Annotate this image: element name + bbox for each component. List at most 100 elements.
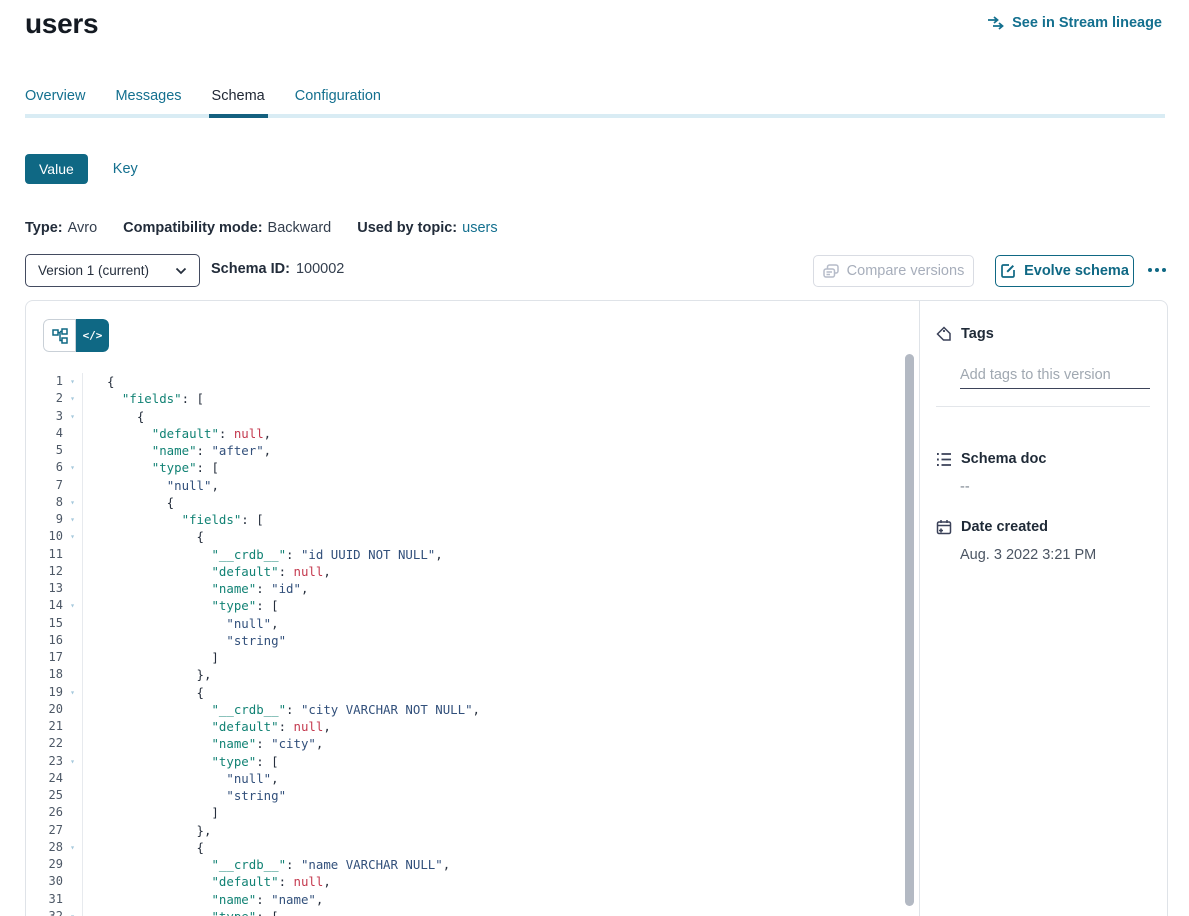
fold-spacer bbox=[63, 735, 82, 752]
stream-lineage-icon bbox=[987, 16, 1005, 30]
code-text: { bbox=[82, 839, 919, 856]
evolve-schema-button[interactable]: Evolve schema bbox=[995, 255, 1134, 287]
line-number: 25 bbox=[26, 787, 63, 804]
schema-doc-title: Schema doc bbox=[961, 451, 1046, 467]
fold-spacer bbox=[63, 649, 82, 666]
topic-link[interactable]: users bbox=[462, 220, 497, 236]
key-toggle-button[interactable]: Key bbox=[113, 161, 138, 177]
add-tags-input[interactable] bbox=[960, 365, 1150, 389]
fold-spacer bbox=[63, 787, 82, 804]
fold-toggle-icon[interactable]: ▾ bbox=[63, 839, 82, 856]
version-select[interactable]: Version 1 (current) bbox=[25, 254, 200, 287]
fold-toggle-icon[interactable]: ▾ bbox=[63, 908, 82, 916]
tab-configuration[interactable]: Configuration bbox=[295, 88, 381, 118]
code-text: { bbox=[82, 494, 919, 511]
code-text: "name": "city", bbox=[82, 735, 919, 752]
line-number: 9 bbox=[26, 511, 63, 528]
type-value: Avro bbox=[68, 220, 98, 236]
code-line: 29 "__crdb__": "name VARCHAR NULL", bbox=[26, 856, 919, 873]
line-number: 23 bbox=[26, 753, 63, 770]
date-created-title: Date created bbox=[961, 519, 1048, 535]
code-line: 12 "default": null, bbox=[26, 563, 919, 580]
fold-toggle-icon[interactable]: ▾ bbox=[63, 390, 82, 407]
fold-toggle-icon[interactable]: ▾ bbox=[63, 459, 82, 476]
code-line: 28▾ { bbox=[26, 839, 919, 856]
code-text: "name": "after", bbox=[82, 442, 919, 459]
line-number: 11 bbox=[26, 546, 63, 563]
schema-card: </> 1▾{2▾ "fields": [3▾ {4 "default": nu… bbox=[25, 300, 1168, 916]
more-options-button[interactable] bbox=[1140, 258, 1174, 282]
tab-schema[interactable]: Schema bbox=[212, 88, 265, 118]
fold-toggle-icon[interactable]: ▾ bbox=[63, 597, 82, 614]
code-line: 14▾ "type": [ bbox=[26, 597, 919, 614]
line-number: 12 bbox=[26, 563, 63, 580]
code-line: 16 "string" bbox=[26, 632, 919, 649]
code-text: "fields": [ bbox=[82, 511, 919, 528]
fold-spacer bbox=[63, 856, 82, 873]
fold-toggle-icon[interactable]: ▾ bbox=[63, 511, 82, 528]
compare-versions-button[interactable]: Compare versions bbox=[813, 255, 974, 287]
code-line: 9▾ "fields": [ bbox=[26, 511, 919, 528]
code-text: { bbox=[82, 408, 919, 425]
line-number: 8 bbox=[26, 494, 63, 511]
line-number: 7 bbox=[26, 477, 63, 494]
fold-toggle-icon[interactable]: ▾ bbox=[63, 753, 82, 770]
schema-doc-section: Schema doc -- bbox=[936, 451, 1046, 495]
schema-code-editor[interactable]: 1▾{2▾ "fields": [3▾ {4 "default": null,5… bbox=[26, 373, 919, 916]
schema-id: Schema ID: 100002 bbox=[211, 261, 344, 277]
line-number: 26 bbox=[26, 804, 63, 821]
ellipsis-icon bbox=[1162, 268, 1166, 272]
code-text: "default": null, bbox=[82, 563, 919, 580]
version-select-value: Version 1 (current) bbox=[38, 263, 149, 278]
lineage-link-label: See in Stream lineage bbox=[1012, 15, 1162, 31]
fold-spacer bbox=[63, 615, 82, 632]
tab-messages[interactable]: Messages bbox=[115, 88, 181, 118]
date-created-section: Date created Aug. 3 2022 3:21 PM bbox=[936, 519, 1096, 563]
code-scrollbar[interactable] bbox=[905, 354, 914, 906]
fold-toggle-icon[interactable]: ▾ bbox=[63, 684, 82, 701]
line-number: 2 bbox=[26, 390, 63, 407]
tree-view-button[interactable] bbox=[43, 319, 76, 352]
code-text: "null", bbox=[82, 615, 919, 632]
tab-bar: Overview Messages Schema Configuration bbox=[25, 88, 1165, 118]
code-line: 25 "string" bbox=[26, 787, 919, 804]
fold-spacer bbox=[63, 770, 82, 787]
fold-spacer bbox=[63, 822, 82, 839]
code-line: 1▾{ bbox=[26, 373, 919, 390]
code-line: 20 "__crdb__": "city VARCHAR NOT NULL", bbox=[26, 701, 919, 718]
line-number: 3 bbox=[26, 408, 63, 425]
line-number: 29 bbox=[26, 856, 63, 873]
value-toggle-button[interactable]: Value bbox=[25, 154, 88, 184]
code-view-button[interactable]: </> bbox=[76, 319, 109, 352]
see-in-stream-lineage-link[interactable]: See in Stream lineage bbox=[987, 15, 1162, 31]
line-number: 15 bbox=[26, 615, 63, 632]
tree-view-icon bbox=[52, 328, 68, 344]
schema-code-panel: </> 1▾{2▾ "fields": [3▾ {4 "default": nu… bbox=[26, 301, 920, 916]
schema-meta: Type: Avro Compatibility mode: Backward … bbox=[25, 220, 498, 236]
fold-toggle-icon[interactable]: ▾ bbox=[63, 528, 82, 545]
fold-toggle-icon[interactable]: ▾ bbox=[63, 408, 82, 425]
line-number: 14 bbox=[26, 597, 63, 614]
tab-overview[interactable]: Overview bbox=[25, 88, 85, 118]
used-by-topic-label: Used by topic: bbox=[357, 220, 457, 236]
tags-section: Tags bbox=[936, 326, 1149, 389]
code-line: 8▾ { bbox=[26, 494, 919, 511]
line-number: 21 bbox=[26, 718, 63, 735]
code-text: "__crdb__": "city VARCHAR NOT NULL", bbox=[82, 701, 919, 718]
code-text: "null", bbox=[82, 477, 919, 494]
compare-versions-icon bbox=[823, 264, 839, 279]
line-number: 27 bbox=[26, 822, 63, 839]
fold-toggle-icon[interactable]: ▾ bbox=[63, 373, 82, 390]
line-number: 24 bbox=[26, 770, 63, 787]
line-number: 31 bbox=[26, 891, 63, 908]
line-number: 10 bbox=[26, 528, 63, 545]
code-line: 17 ] bbox=[26, 649, 919, 666]
schema-id-value: 100002 bbox=[296, 261, 344, 277]
tab-track bbox=[25, 114, 1165, 118]
code-line: 23▾ "type": [ bbox=[26, 753, 919, 770]
schema-id-label: Schema ID: bbox=[211, 261, 290, 277]
code-line: 24 "null", bbox=[26, 770, 919, 787]
schema-controls: Version 1 (current) Schema ID: 100002 Co… bbox=[25, 254, 1164, 288]
fold-toggle-icon[interactable]: ▾ bbox=[63, 494, 82, 511]
code-line: 4 "default": null, bbox=[26, 425, 919, 442]
